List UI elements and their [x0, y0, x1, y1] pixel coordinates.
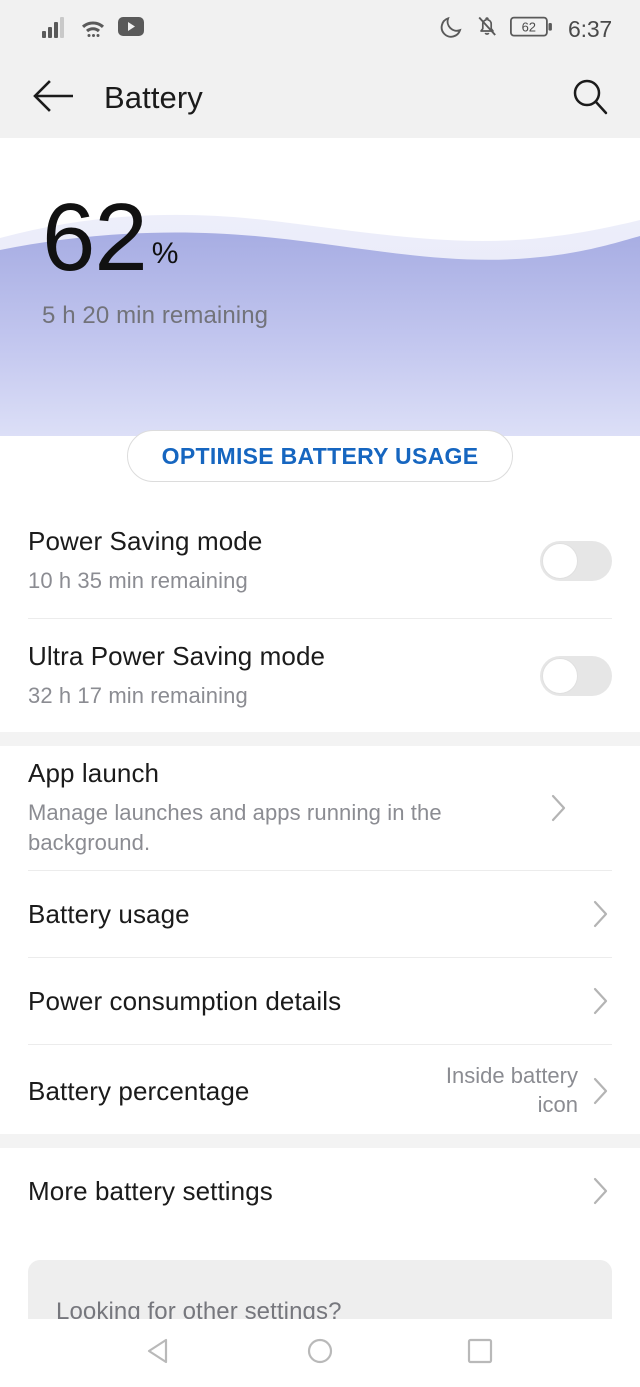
chevron-right-icon	[590, 899, 612, 929]
row-texts: App launch Manage launches and apps runn…	[28, 758, 548, 857]
battery-level-block: 62 % 5 h 20 min remaining	[42, 184, 269, 330]
row-texts: Battery usage	[28, 899, 590, 930]
page-title: Battery	[104, 80, 203, 115]
back-button[interactable]	[28, 72, 80, 124]
row-title: Battery percentage	[28, 1075, 250, 1106]
row-power-saving-mode[interactable]: Power Saving mode 10 h 35 min remaining	[0, 504, 640, 618]
row-texts: More battery settings	[28, 1176, 590, 1207]
battery-settings-section: App launch Manage launches and apps runn…	[0, 746, 640, 1137]
row-title: Power consumption details	[28, 985, 342, 1016]
row-value: Inside battery icon	[445, 1063, 578, 1117]
chevron-right-icon	[590, 1176, 612, 1206]
row-power-consumption-details[interactable]: Power consumption details	[0, 958, 640, 1044]
youtube-icon	[118, 17, 144, 41]
nav-home-button[interactable]	[288, 1321, 352, 1385]
battery-percent-value: 62	[42, 184, 148, 291]
section-separator	[0, 732, 640, 746]
row-title: App launch	[28, 758, 160, 789]
system-navigation-bar	[0, 1319, 640, 1387]
row-battery-percentage[interactable]: Battery percentage Inside battery icon	[0, 1045, 640, 1137]
ultra-power-saving-mode-toggle[interactable]	[540, 656, 612, 696]
row-subtitle: 10 h 35 min remaining	[28, 568, 248, 594]
row-title: Power Saving mode	[28, 526, 263, 557]
signal-bars-icon	[42, 16, 68, 43]
optimise-button-wrap: OPTIMISE BATTERY USAGE	[0, 430, 640, 482]
battery-hero: 62 % 5 h 20 min remaining	[0, 138, 640, 436]
toggle-knob	[542, 543, 578, 579]
section-separator	[0, 1134, 640, 1148]
row-texts: Power Saving mode 10 h 35 min remaining	[28, 526, 540, 596]
row-more-battery-settings[interactable]: More battery settings	[0, 1148, 640, 1234]
wifi-icon	[79, 16, 107, 43]
battery-level-text: 62	[522, 19, 536, 34]
nav-home-circle-icon	[303, 1334, 337, 1373]
chevron-right-icon	[548, 793, 570, 823]
optimise-battery-usage-button[interactable]: OPTIMISE BATTERY USAGE	[126, 430, 514, 482]
battery-percent-sign: %	[151, 237, 179, 271]
row-texts: Battery percentage	[28, 1076, 403, 1107]
nav-back-button[interactable]	[128, 1321, 192, 1385]
row-texts: Power consumption details	[28, 986, 590, 1017]
toggle-knob	[542, 658, 578, 694]
nav-recents-square-icon	[463, 1334, 497, 1373]
power-saving-mode-toggle[interactable]	[540, 541, 612, 581]
row-battery-usage[interactable]: Battery usage	[0, 871, 640, 957]
battery-percent-row: 62 %	[42, 184, 268, 291]
status-bar: 62 6:37	[0, 0, 640, 58]
battery-icon: 62	[510, 15, 554, 44]
search-icon	[570, 76, 610, 121]
row-title: Ultra Power Saving mode	[28, 641, 326, 672]
status-bar-right-icons: 62 6:37	[440, 14, 612, 44]
search-button[interactable]	[564, 72, 616, 124]
row-texts: Ultra Power Saving mode 32 h 17 min rema…	[28, 641, 540, 711]
nav-back-triangle-icon	[143, 1334, 177, 1373]
nav-recents-button[interactable]	[448, 1321, 512, 1385]
row-subtitle: Manage launches and apps running in the …	[28, 800, 442, 855]
row-app-launch[interactable]: App launch Manage launches and apps runn…	[0, 746, 640, 870]
row-ultra-power-saving-mode[interactable]: Ultra Power Saving mode 32 h 17 min rema…	[0, 619, 640, 733]
battery-remaining-text: 5 h 20 min remaining	[42, 302, 269, 330]
more-settings-section: More battery settings	[0, 1148, 640, 1234]
status-bar-left-icons	[42, 16, 144, 43]
row-title: Battery usage	[28, 898, 190, 929]
app-header: Battery	[0, 58, 640, 138]
row-subtitle: 32 h 17 min remaining	[28, 683, 248, 709]
status-bar-clock: 6:37	[568, 15, 612, 42]
bell-muted-icon	[475, 14, 499, 44]
row-title: More battery settings	[28, 1175, 273, 1206]
battery-settings-screen: 62 6:37 Battery 62 % 5 h 20 min remainin…	[0, 0, 640, 1387]
chevron-right-icon	[590, 986, 612, 1016]
do-not-disturb-moon-icon	[440, 14, 464, 44]
chevron-right-icon	[590, 1076, 612, 1106]
back-arrow-icon	[32, 79, 76, 118]
power-saving-section: Power Saving mode 10 h 35 min remaining …	[0, 504, 640, 733]
